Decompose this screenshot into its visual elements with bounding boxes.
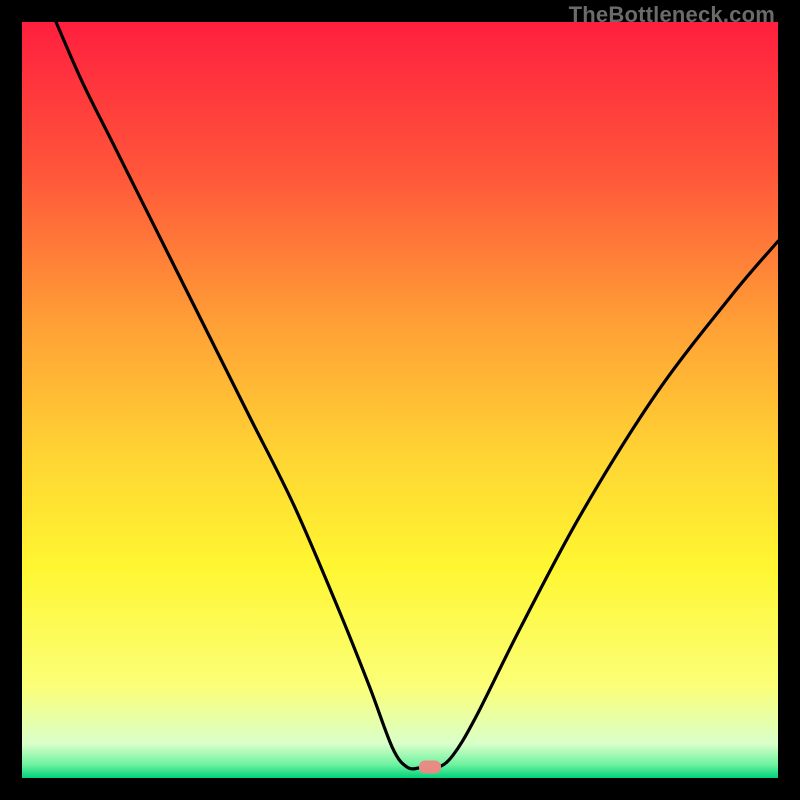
watermark-label: TheBottleneck.com (569, 2, 775, 28)
minimum-marker (419, 761, 441, 774)
bottleneck-chart (22, 22, 778, 778)
chart-curve (22, 22, 778, 778)
